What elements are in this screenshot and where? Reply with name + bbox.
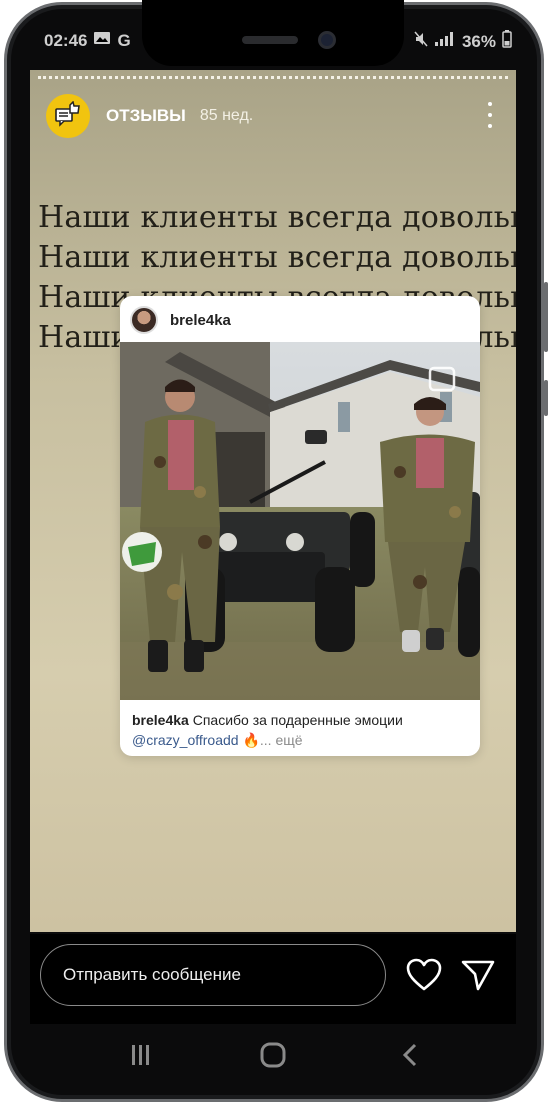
story-account-name[interactable]: ОТЗЫВЫ	[106, 106, 186, 126]
story-screen[interactable]: ОТЗЫВЫ 85 нед. Наши клиенты всегда довол…	[30, 70, 516, 932]
send-icon[interactable]	[460, 958, 496, 992]
fire-emoji-icon: 🔥	[242, 732, 260, 748]
caption-username[interactable]: brele4ka	[132, 712, 189, 728]
google-icon: G	[117, 30, 131, 50]
home-icon[interactable]	[258, 1042, 288, 1068]
post-header: brele4ka	[130, 306, 231, 334]
heart-icon[interactable]	[406, 958, 442, 992]
post-caption: brele4ka Спасибо за подаренные эмоции @c…	[132, 710, 472, 750]
system-nav-bar	[30, 1030, 516, 1082]
more-options-icon[interactable]	[486, 102, 494, 128]
post-photo[interactable]	[120, 342, 480, 700]
headline-line: Наши клиенты всегда довольны	[38, 240, 516, 275]
side-button	[544, 282, 548, 352]
thumbs-up-message-icon	[54, 100, 82, 132]
image-icon	[93, 30, 111, 51]
story-time-ago: 85 нед.	[199, 107, 254, 124]
back-icon[interactable]	[396, 1042, 426, 1068]
mute-icon	[414, 31, 428, 52]
camera-notch	[142, 0, 404, 66]
speaker-grille	[242, 36, 298, 44]
story-header: ОТЗЫВЫ 85 нед.	[46, 94, 253, 138]
story-reply-bar	[30, 934, 516, 1024]
front-camera	[318, 31, 336, 49]
signal-icon	[434, 31, 456, 52]
battery-percent: 36%	[461, 31, 496, 51]
post-avatar[interactable]	[130, 306, 158, 334]
post-username[interactable]: brele4ka	[170, 312, 231, 329]
caption-mention[interactable]: @crazy_offroadd	[132, 732, 239, 748]
side-button	[544, 380, 548, 416]
headline-line: Наши клиенты всегда довольны	[38, 200, 516, 235]
recents-icon[interactable]	[126, 1042, 156, 1068]
story-progress-bar	[38, 76, 508, 79]
battery-icon	[502, 30, 512, 53]
shared-post-card[interactable]: brele4ka brele4ka Спасибо за подаренные …	[120, 296, 480, 756]
story-avatar[interactable]	[46, 94, 90, 138]
caption-more-link[interactable]: ... ещё	[260, 732, 303, 748]
send-message-input[interactable]	[40, 944, 386, 1006]
caption-text: Спасибо за подаренные эмоции	[192, 712, 403, 728]
status-time: 02:46	[44, 30, 88, 50]
